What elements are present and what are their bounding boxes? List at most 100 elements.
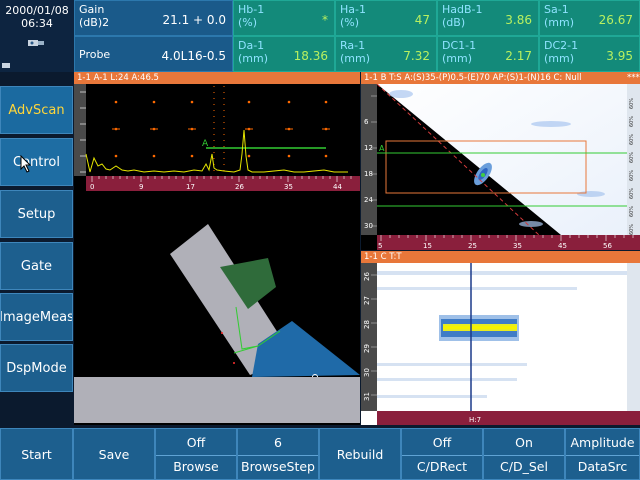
- cscan-vtick-0: 26: [363, 272, 371, 281]
- rebuild-button[interactable]: Rebuild: [319, 428, 401, 480]
- probe-value: 4.0L16-0.5: [161, 49, 226, 63]
- measure-hadb-value: 3.86: [505, 13, 532, 27]
- cdrect-button[interactable]: Off C/DRect: [401, 428, 483, 480]
- sscan-right-label-2: %09: [627, 134, 633, 145]
- sscan-vtick-3: 24: [364, 196, 373, 204]
- clock-panel: 2000/01/08 06:34: [0, 0, 74, 72]
- measure-hadb[interactable]: HadB-1 (dB) 3.86: [437, 0, 539, 36]
- browsestep-value: 6: [274, 434, 282, 450]
- browsestep-label: BrowseStep: [238, 455, 318, 477]
- measure-hb-value: *: [322, 13, 328, 27]
- sscan-right-label-1: %09: [627, 116, 633, 127]
- measure-dc2-value: 3.95: [606, 49, 633, 63]
- cscan-view[interactable]: 26 27 28 29 30 31 H:7: [361, 263, 640, 425]
- measure-dc1-value: 2.17: [505, 49, 532, 63]
- usb-icon: [26, 36, 48, 50]
- ascan-tick-4: 35: [284, 183, 293, 191]
- save-button[interactable]: Save: [73, 428, 155, 480]
- measure-hb[interactable]: Hb-1 (%) *: [233, 0, 335, 36]
- menu-gate[interactable]: Gate: [0, 242, 73, 290]
- gain-param[interactable]: Gain (dB)2 21.1 + 0.0: [74, 0, 233, 36]
- measure-dc2-label: DC2-1 (mm): [544, 39, 579, 65]
- cscan-vtick-1: 27: [363, 296, 371, 305]
- cscan-bottom-label: H:7: [469, 416, 481, 424]
- ascan-gate-label: A: [202, 139, 209, 149]
- sscan-right-label-3: %09: [627, 152, 633, 163]
- measure-da[interactable]: Da-1 (mm) 18.36: [233, 36, 335, 72]
- measure-sa-value: 26.67: [598, 13, 633, 27]
- menu-advscan[interactable]: AdvScan: [0, 86, 73, 134]
- browsestep-button[interactable]: 6 BrowseStep: [237, 428, 319, 480]
- browse-label: Browse: [156, 455, 236, 477]
- sscan-right-label-5: %09: [627, 188, 633, 199]
- ascan-info-bar: 1-1 A-1 L:24 A:46.5: [74, 72, 360, 84]
- time-display: 06:34: [21, 17, 53, 30]
- rebuild-label: Rebuild: [336, 446, 384, 462]
- part-view[interactable]: [74, 191, 360, 425]
- save-label: Save: [98, 446, 130, 462]
- measure-ra-value: 7.32: [403, 49, 430, 63]
- cdrect-label: C/DRect: [402, 455, 482, 477]
- ultrasonic-flaw-detector-screen: 2000/01/08 06:34 Gain (dB)2 21.1 + 0.0 P…: [0, 0, 640, 480]
- ascan-tick-5: 44: [333, 183, 342, 191]
- ascan-view[interactable]: A 0 9 17 26 35 44: [74, 84, 360, 191]
- gain-value: 21.1 + 0.0: [162, 13, 227, 27]
- browse-value: Off: [186, 434, 206, 450]
- probe-param[interactable]: Probe 4.0L16-0.5: [74, 36, 233, 72]
- sscan-view[interactable]: 6 12 18 24 30 A %09 %09 %09 %09 %09 %09 …: [361, 84, 640, 250]
- measure-hb-label: Hb-1 (%): [238, 3, 265, 29]
- browse-button[interactable]: Off Browse: [155, 428, 237, 480]
- cdsel-button[interactable]: On C/D_Sel: [483, 428, 565, 480]
- cscan-vtick-3: 29: [363, 344, 371, 353]
- datasrc-label: DataSrc: [566, 455, 639, 477]
- start-label: Start: [21, 446, 52, 462]
- measure-ha[interactable]: Ha-1 (%) 47: [335, 0, 437, 36]
- sscan-right-label-7: %09: [627, 224, 633, 235]
- measure-sa[interactable]: Sa-1 (mm) 26.67: [539, 0, 640, 36]
- sscan-vtick-1: 12: [364, 144, 373, 152]
- sscan-tick-2: 25: [468, 242, 477, 250]
- probe-label: Probe: [79, 48, 111, 61]
- datasrc-button[interactable]: Amplitude DataSrc: [565, 428, 640, 480]
- menu-imagemeas[interactable]: ImageMeas: [0, 293, 73, 341]
- cscan-vtick-5: 31: [363, 392, 371, 401]
- sscan-tick-4: 45: [558, 242, 567, 250]
- measure-dc1-label: DC1-1 (mm): [442, 39, 477, 65]
- measure-da-value: 18.36: [293, 49, 328, 63]
- cscan-vtick-4: 30: [363, 368, 371, 377]
- measure-dc1[interactable]: DC1-1 (mm) 2.17: [437, 36, 539, 72]
- menu-setup[interactable]: Setup: [0, 190, 73, 238]
- measure-dc2[interactable]: DC2-1 (mm) 3.95: [539, 36, 640, 72]
- menu-dspmode[interactable]: DspMode: [0, 344, 73, 392]
- measure-hadb-label: HadB-1 (dB): [442, 3, 483, 29]
- cdsel-label: C/D_Sel: [484, 455, 564, 477]
- ascan-tick-1: 9: [139, 183, 143, 191]
- datasrc-value: Amplitude: [570, 434, 635, 450]
- measure-sa-label: Sa-1 (mm): [544, 3, 575, 29]
- sscan-tick-0: 5: [378, 242, 382, 250]
- measure-ha-label: Ha-1 (%): [340, 3, 366, 29]
- ascan-tick-2: 17: [186, 183, 195, 191]
- ascan-tick-0: 0: [90, 183, 94, 191]
- sscan-right-label-0: %09: [627, 98, 633, 109]
- sscan-tick-3: 35: [513, 242, 522, 250]
- sscan-info-bar: 1-1 B T:S A:(S)35-(P)0.5-(E)70 AP:(S)1-(…: [361, 72, 627, 84]
- cscan-info-bar: 1-1 C T:T: [361, 251, 640, 263]
- measure-da-label: Da-1 (mm): [238, 39, 269, 65]
- sscan-tick-1: 15: [423, 242, 432, 250]
- sscan-vtick-4: 30: [364, 222, 373, 230]
- start-button[interactable]: Start: [0, 428, 73, 480]
- cscan-vtick-2: 28: [363, 320, 371, 329]
- battery-icon: [2, 63, 10, 68]
- cdrect-value: Off: [432, 434, 452, 450]
- ascan-tick-3: 26: [235, 183, 244, 191]
- sscan-vtick-2: 18: [364, 170, 373, 178]
- sscan-gate-label: A: [379, 144, 385, 153]
- menu-control[interactable]: Control: [0, 138, 73, 186]
- sscan-tick-5: 56: [603, 242, 612, 250]
- mouse-cursor-icon: [20, 154, 32, 173]
- measure-ra[interactable]: Ra-1 (mm) 7.32: [335, 36, 437, 72]
- sscan-right-label-6: %09: [627, 206, 633, 217]
- sscan-info-corner: ***: [627, 72, 640, 84]
- gain-label: Gain (dB)2: [79, 3, 110, 29]
